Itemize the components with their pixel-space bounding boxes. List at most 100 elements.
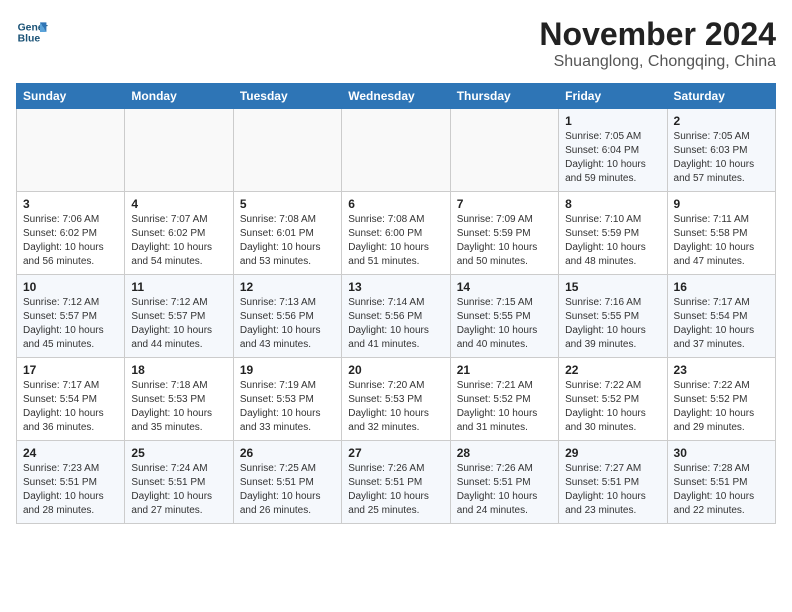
table-row: 17 Sunrise: 7:17 AM Sunset: 5:54 PM Dayli…	[17, 358, 125, 441]
calendar-week-5: 24 Sunrise: 7:23 AM Sunset: 5:51 PM Dayli…	[17, 441, 776, 524]
day-number: 5	[240, 197, 335, 211]
day-number: 27	[348, 446, 443, 460]
header-monday: Monday	[125, 84, 233, 109]
table-row	[233, 109, 341, 192]
day-info: Sunrise: 7:27 AM Sunset: 5:51 PM Dayligh…	[565, 462, 660, 518]
day-number: 17	[23, 363, 118, 377]
day-number: 7	[457, 197, 552, 211]
table-row	[125, 109, 233, 192]
table-row: 15 Sunrise: 7:16 AM Sunset: 5:55 PM Dayli…	[559, 275, 667, 358]
day-info: Sunrise: 7:06 AM Sunset: 6:02 PM Dayligh…	[23, 213, 118, 269]
day-number: 19	[240, 363, 335, 377]
table-row	[342, 109, 450, 192]
day-info: Sunrise: 7:12 AM Sunset: 5:57 PM Dayligh…	[23, 296, 118, 352]
day-info: Sunrise: 7:07 AM Sunset: 6:02 PM Dayligh…	[131, 213, 226, 269]
day-number: 15	[565, 280, 660, 294]
calendar-week-2: 3 Sunrise: 7:06 AM Sunset: 6:02 PM Daylig…	[17, 192, 776, 275]
table-row: 3 Sunrise: 7:06 AM Sunset: 6:02 PM Daylig…	[17, 192, 125, 275]
table-row: 19 Sunrise: 7:19 AM Sunset: 5:53 PM Dayli…	[233, 358, 341, 441]
day-number: 18	[131, 363, 226, 377]
table-row: 7 Sunrise: 7:09 AM Sunset: 5:59 PM Daylig…	[450, 192, 558, 275]
day-info: Sunrise: 7:09 AM Sunset: 5:59 PM Dayligh…	[457, 213, 552, 269]
calendar-table: Sunday Monday Tuesday Wednesday Thursday…	[16, 83, 776, 524]
day-info: Sunrise: 7:05 AM Sunset: 6:03 PM Dayligh…	[674, 130, 769, 186]
day-info: Sunrise: 7:11 AM Sunset: 5:58 PM Dayligh…	[674, 213, 769, 269]
table-row: 22 Sunrise: 7:22 AM Sunset: 5:52 PM Dayli…	[559, 358, 667, 441]
table-row: 20Sunrise: 7:20 AM Sunset: 5:53 PM Dayli…	[342, 358, 450, 441]
day-number: 26	[240, 446, 335, 460]
table-row: 10 Sunrise: 7:12 AM Sunset: 5:57 PM Dayli…	[17, 275, 125, 358]
day-info: Sunrise: 7:28 AM Sunset: 5:51 PM Dayligh…	[674, 462, 769, 518]
day-info: Sunrise: 7:15 AM Sunset: 5:55 PM Dayligh…	[457, 296, 552, 352]
day-info: Sunrise: 7:16 AM Sunset: 5:55 PM Dayligh…	[565, 296, 660, 352]
day-info: Sunrise: 7:26 AM Sunset: 5:51 PM Dayligh…	[457, 462, 552, 518]
day-number: 22	[565, 363, 660, 377]
day-number: 28	[457, 446, 552, 460]
table-row: 6Sunrise: 7:08 AM Sunset: 6:00 PM Daylig…	[342, 192, 450, 275]
day-info: Sunrise: 7:12 AM Sunset: 5:57 PM Dayligh…	[131, 296, 226, 352]
day-number: 25	[131, 446, 226, 460]
day-info: Sunrise: 7:17 AM Sunset: 5:54 PM Dayligh…	[674, 296, 769, 352]
day-number: 12	[240, 280, 335, 294]
header-tuesday: Tuesday	[233, 84, 341, 109]
day-number: 16	[674, 280, 769, 294]
table-row: 21Sunrise: 7:21 AM Sunset: 5:52 PM Dayli…	[450, 358, 558, 441]
table-row: 11 Sunrise: 7:12 AM Sunset: 5:57 PM Dayli…	[125, 275, 233, 358]
table-row: 9 Sunrise: 7:11 AM Sunset: 5:58 PM Daylig…	[667, 192, 775, 275]
table-row: 8Sunrise: 7:10 AM Sunset: 5:59 PM Daylig…	[559, 192, 667, 275]
table-row: 30 Sunrise: 7:28 AM Sunset: 5:51 PM Dayli…	[667, 441, 775, 524]
table-row	[450, 109, 558, 192]
day-info: Sunrise: 7:13 AM Sunset: 5:56 PM Dayligh…	[240, 296, 335, 352]
day-info: Sunrise: 7:24 AM Sunset: 5:51 PM Dayligh…	[131, 462, 226, 518]
day-number: 10	[23, 280, 118, 294]
day-info: Sunrise: 7:17 AM Sunset: 5:54 PM Dayligh…	[23, 379, 118, 435]
table-row: 25 Sunrise: 7:24 AM Sunset: 5:51 PM Dayli…	[125, 441, 233, 524]
header-sunday: Sunday	[17, 84, 125, 109]
day-number: 14	[457, 280, 552, 294]
day-number: 24	[23, 446, 118, 460]
day-number: 13	[348, 280, 443, 294]
calendar-header-row: Sunday Monday Tuesday Wednesday Thursday…	[17, 84, 776, 109]
table-row: 5 Sunrise: 7:08 AM Sunset: 6:01 PM Daylig…	[233, 192, 341, 275]
day-number: 20	[348, 363, 443, 377]
day-number: 2	[674, 114, 769, 128]
day-info: Sunrise: 7:08 AM Sunset: 6:01 PM Dayligh…	[240, 213, 335, 269]
day-info: Sunrise: 7:05 AM Sunset: 6:04 PM Dayligh…	[565, 130, 660, 186]
table-row: 29Sunrise: 7:27 AM Sunset: 5:51 PM Dayli…	[559, 441, 667, 524]
day-number: 3	[23, 197, 118, 211]
logo: General Blue	[16, 16, 48, 48]
day-number: 11	[131, 280, 226, 294]
table-row: 1 Sunrise: 7:05 AM Sunset: 6:04 PM Daylig…	[559, 109, 667, 192]
day-number: 6	[348, 197, 443, 211]
table-row: 27Sunrise: 7:26 AM Sunset: 5:51 PM Dayli…	[342, 441, 450, 524]
table-row: 4Sunrise: 7:07 AM Sunset: 6:02 PM Daylig…	[125, 192, 233, 275]
page-subtitle: Shuanglong, Chongqing, China	[539, 53, 776, 71]
page-header: General Blue November 2024 Shuanglong, C…	[16, 16, 776, 71]
day-info: Sunrise: 7:22 AM Sunset: 5:52 PM Dayligh…	[565, 379, 660, 435]
table-row: 13 Sunrise: 7:14 AM Sunset: 5:56 PM Dayli…	[342, 275, 450, 358]
header-saturday: Saturday	[667, 84, 775, 109]
header-thursday: Thursday	[450, 84, 558, 109]
table-row: 28 Sunrise: 7:26 AM Sunset: 5:51 PM Dayli…	[450, 441, 558, 524]
calendar-week-1: 1 Sunrise: 7:05 AM Sunset: 6:04 PM Daylig…	[17, 109, 776, 192]
table-row: 2 Sunrise: 7:05 AM Sunset: 6:03 PM Daylig…	[667, 109, 775, 192]
day-info: Sunrise: 7:14 AM Sunset: 5:56 PM Dayligh…	[348, 296, 443, 352]
svg-text:Blue: Blue	[18, 34, 41, 45]
page-title: November 2024	[539, 16, 776, 53]
day-info: Sunrise: 7:23 AM Sunset: 5:51 PM Dayligh…	[23, 462, 118, 518]
table-row: 18 Sunrise: 7:18 AM Sunset: 5:53 PM Dayli…	[125, 358, 233, 441]
day-info: Sunrise: 7:21 AM Sunset: 5:52 PM Dayligh…	[457, 379, 552, 435]
title-section: November 2024 Shuanglong, Chongqing, Chi…	[539, 16, 776, 71]
day-number: 9	[674, 197, 769, 211]
day-number: 30	[674, 446, 769, 460]
day-number: 1	[565, 114, 660, 128]
logo-icon: General Blue	[16, 16, 48, 48]
calendar-week-4: 17 Sunrise: 7:17 AM Sunset: 5:54 PM Dayli…	[17, 358, 776, 441]
table-row: 23Sunrise: 7:22 AM Sunset: 5:52 PM Dayli…	[667, 358, 775, 441]
day-info: Sunrise: 7:18 AM Sunset: 5:53 PM Dayligh…	[131, 379, 226, 435]
table-row: 24 Sunrise: 7:23 AM Sunset: 5:51 PM Dayli…	[17, 441, 125, 524]
day-info: Sunrise: 7:19 AM Sunset: 5:53 PM Dayligh…	[240, 379, 335, 435]
day-info: Sunrise: 7:10 AM Sunset: 5:59 PM Dayligh…	[565, 213, 660, 269]
header-wednesday: Wednesday	[342, 84, 450, 109]
table-row: 16 Sunrise: 7:17 AM Sunset: 5:54 PM Dayli…	[667, 275, 775, 358]
